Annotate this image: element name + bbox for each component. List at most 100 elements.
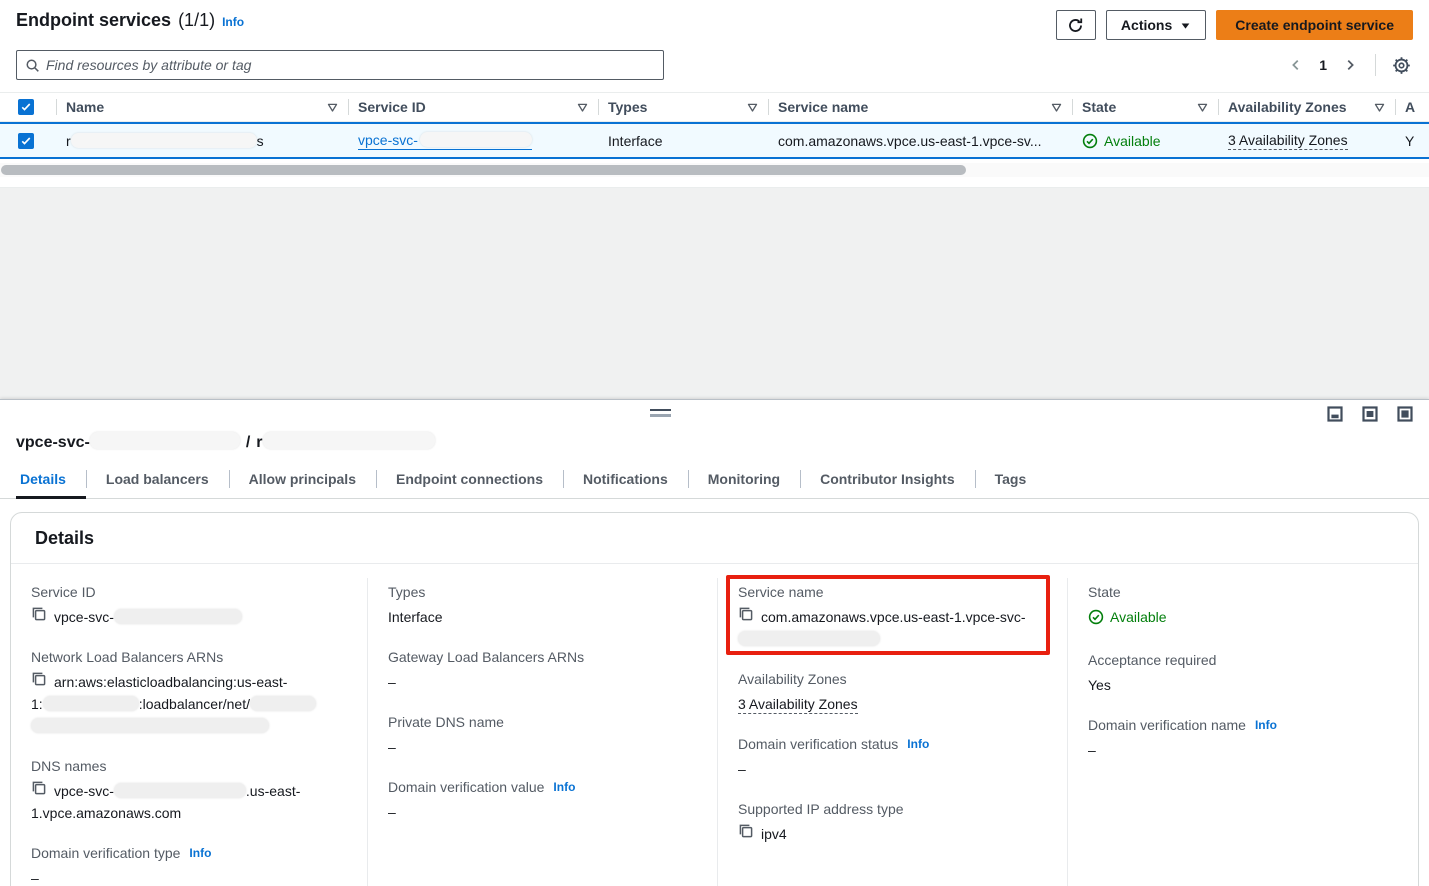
column-header-state[interactable]: State bbox=[1072, 93, 1218, 121]
copy-icon[interactable] bbox=[31, 671, 47, 687]
split-panel: vpce-svc-/r Details Load balancers Allow… bbox=[0, 399, 1429, 886]
row-acceptance-cell: Y bbox=[1395, 124, 1429, 157]
check-circle-icon bbox=[1082, 133, 1098, 149]
panel-position-side-icon[interactable] bbox=[1362, 406, 1378, 422]
redacted-service-id bbox=[420, 132, 532, 147]
caret-down-icon bbox=[1180, 20, 1191, 31]
resource-count: (1/1) bbox=[178, 10, 215, 31]
column-header-service-id[interactable]: Service ID bbox=[348, 93, 598, 121]
copy-icon[interactable] bbox=[31, 780, 47, 796]
field-domain-verification-type: Domain verification type Info – bbox=[31, 845, 347, 886]
column-header-types[interactable]: Types bbox=[598, 93, 768, 121]
tab-endpoint-connections[interactable]: Endpoint connections bbox=[376, 462, 563, 498]
redacted-arn-line bbox=[31, 718, 269, 733]
create-endpoint-service-button[interactable]: Create endpoint service bbox=[1216, 10, 1413, 40]
preferences-gear-icon[interactable] bbox=[1390, 54, 1413, 77]
sort-icon bbox=[747, 102, 758, 113]
field-gateway-lb-arns: Gateway Load Balancers ARNs – bbox=[388, 649, 697, 693]
redacted-account-id bbox=[43, 696, 139, 711]
row-service-id-link[interactable]: vpce-svc- bbox=[358, 132, 532, 150]
row-service-name-cell: com.amazonaws.vpce.us-east-1.vpce-sv... bbox=[768, 124, 1072, 157]
column-header-name[interactable]: Name bbox=[56, 93, 348, 121]
page-header: Endpoint services (1/1) Info Actions Cre… bbox=[0, 0, 1429, 40]
field-availability-zones: Availability Zones 3 Availability Zones bbox=[738, 671, 1047, 715]
tab-contributor-insights[interactable]: Contributor Insights bbox=[800, 462, 975, 498]
table-row[interactable]: rs vpce-svc- Interface com.amazonaws.vpc… bbox=[0, 122, 1429, 159]
table-toolbar: 1 bbox=[0, 40, 1429, 80]
search-box[interactable] bbox=[16, 50, 664, 80]
content-background bbox=[0, 187, 1429, 399]
scrollbar-thumb[interactable] bbox=[1, 165, 966, 175]
info-link[interactable]: Info bbox=[553, 780, 575, 794]
redacted-title-id bbox=[90, 432, 240, 449]
sort-icon bbox=[1374, 102, 1385, 113]
info-link[interactable]: Info bbox=[907, 737, 929, 751]
row-name-cell: rs bbox=[56, 124, 348, 157]
split-panel-drag-handle[interactable] bbox=[650, 409, 671, 417]
field-state: State Available bbox=[1088, 584, 1398, 631]
select-all-checkbox[interactable] bbox=[18, 99, 34, 115]
search-input[interactable] bbox=[46, 57, 655, 73]
field-service-id: Service ID vpce-svc- bbox=[31, 584, 347, 628]
toolbar-divider bbox=[1375, 54, 1376, 76]
field-types: Types Interface bbox=[388, 584, 697, 628]
pagination-current-page[interactable]: 1 bbox=[1313, 57, 1333, 73]
refresh-icon bbox=[1067, 17, 1084, 34]
horizontal-scrollbar[interactable] bbox=[0, 163, 1429, 177]
field-domain-verification-name: Domain verification name Info – bbox=[1088, 717, 1398, 761]
row-state-badge: Available bbox=[1082, 133, 1161, 149]
tab-details[interactable]: Details bbox=[16, 462, 86, 498]
redacted-service-id-value bbox=[114, 609, 242, 624]
check-circle-icon bbox=[1088, 609, 1104, 625]
tab-notifications[interactable]: Notifications bbox=[563, 462, 688, 498]
pagination-prev-button[interactable] bbox=[1285, 54, 1307, 76]
panel-position-full-icon[interactable] bbox=[1397, 406, 1413, 422]
split-panel-tabs: Details Load balancers Allow principals … bbox=[0, 462, 1429, 499]
field-private-dns-name: Private DNS name – bbox=[388, 714, 697, 758]
sort-icon bbox=[577, 102, 588, 113]
field-dns-names: DNS names vpce-svc-.us-east- 1.vpce.amaz… bbox=[31, 758, 347, 824]
details-column-4: State Available Acceptance required Yes bbox=[1067, 578, 1418, 886]
row-availability-zones-link[interactable]: 3 Availability Zones bbox=[1228, 132, 1348, 150]
endpoint-services-page: Endpoint services (1/1) Info Actions Cre… bbox=[0, 0, 1429, 399]
split-panel-title: vpce-svc-/r bbox=[0, 430, 1429, 462]
row-checkbox[interactable] bbox=[18, 133, 34, 149]
column-header-acceptance[interactable]: A bbox=[1395, 93, 1429, 121]
redacted-dns bbox=[114, 783, 246, 798]
field-nlb-arns: Network Load Balancers ARNs arn:aws:elas… bbox=[31, 649, 347, 737]
header-info-link[interactable]: Info bbox=[222, 15, 244, 29]
field-supported-ip-type: Supported IP address type ipv4 bbox=[738, 801, 1047, 845]
details-column-1: Service ID vpce-svc- Network Load Balanc… bbox=[11, 578, 367, 886]
tab-allow-principals[interactable]: Allow principals bbox=[229, 462, 376, 498]
details-column-3: Service name com.amazonaws.vpce.us-east-… bbox=[717, 578, 1067, 886]
copy-icon[interactable] bbox=[738, 823, 754, 839]
redacted-title-name bbox=[263, 432, 435, 449]
tab-tags[interactable]: Tags bbox=[975, 462, 1047, 498]
panel-position-bottom-icon[interactable] bbox=[1327, 406, 1343, 422]
copy-icon[interactable] bbox=[738, 606, 754, 622]
copy-icon[interactable] bbox=[31, 606, 47, 622]
field-acceptance-required: Acceptance required Yes bbox=[1088, 652, 1398, 696]
state-badge: Available bbox=[1088, 606, 1167, 628]
availability-zones-link[interactable]: 3 Availability Zones bbox=[738, 696, 858, 714]
table-header-row: Name Service ID Types Service name State… bbox=[0, 92, 1429, 122]
endpoint-services-table: Name Service ID Types Service name State… bbox=[0, 92, 1429, 177]
field-service-name: Service name com.amazonaws.vpce.us-east-… bbox=[738, 584, 1047, 650]
column-header-availability-zones[interactable]: Availability Zones bbox=[1218, 93, 1395, 121]
actions-button-label: Actions bbox=[1121, 17, 1172, 33]
details-column-2: Types Interface Gateway Load Balancers A… bbox=[367, 578, 717, 886]
sort-icon bbox=[327, 102, 338, 113]
details-card-heading: Details bbox=[11, 513, 1418, 564]
refresh-button[interactable] bbox=[1056, 10, 1096, 40]
field-domain-verification-status: Domain verification status Info – bbox=[738, 736, 1047, 780]
info-link[interactable]: Info bbox=[1255, 718, 1277, 732]
actions-button[interactable]: Actions bbox=[1106, 10, 1206, 40]
sort-icon bbox=[1051, 102, 1062, 113]
redacted-service-name bbox=[738, 631, 880, 646]
info-link[interactable]: Info bbox=[189, 846, 211, 860]
pagination-next-button[interactable] bbox=[1339, 54, 1361, 76]
tab-load-balancers[interactable]: Load balancers bbox=[86, 462, 229, 498]
field-domain-verification-value: Domain verification value Info – bbox=[388, 779, 697, 823]
column-header-service-name[interactable]: Service name bbox=[768, 93, 1072, 121]
tab-monitoring[interactable]: Monitoring bbox=[688, 462, 800, 498]
